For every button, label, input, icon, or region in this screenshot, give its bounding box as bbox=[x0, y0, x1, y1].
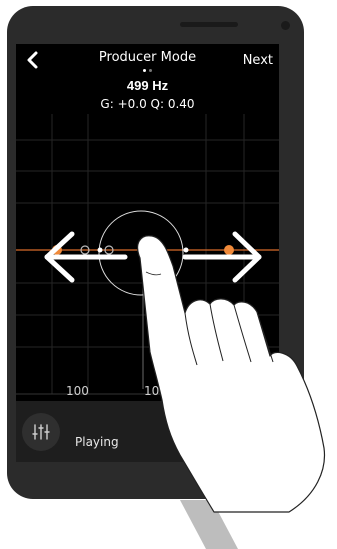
phone-frame: Producer Mode Next 499 Hz G: +0.0 Q: 0.4… bbox=[7, 6, 304, 499]
equalizer-button[interactable] bbox=[22, 413, 60, 451]
band-q-point-left[interactable] bbox=[97, 247, 103, 253]
phone-camera bbox=[281, 21, 290, 30]
band-q-point-right[interactable] bbox=[183, 247, 189, 253]
page-dot bbox=[143, 69, 146, 72]
app-screen: Producer Mode Next 499 Hz G: +0.0 Q: 0.4… bbox=[16, 44, 279, 462]
bottom-bar: Playing bbox=[16, 401, 279, 462]
band-handle-3[interactable] bbox=[224, 245, 234, 255]
axis-label-100: 100 bbox=[66, 384, 89, 398]
page-title: Producer Mode bbox=[98, 50, 197, 65]
axis-label-1k: 10 bbox=[144, 384, 160, 398]
page-dot bbox=[149, 69, 152, 72]
playback-status: Playing bbox=[75, 435, 119, 449]
gain-q-readout: G: +0.0 Q: 0.40 bbox=[100, 97, 195, 111]
stage: Producer Mode Next 499 Hz G: +0.0 Q: 0.4… bbox=[0, 0, 337, 549]
frequency-readout: 499 Hz bbox=[126, 78, 169, 93]
band-handle-1[interactable] bbox=[52, 245, 62, 255]
phone-speaker bbox=[180, 22, 238, 27]
band-handle-selected[interactable] bbox=[138, 245, 148, 255]
page-indicator bbox=[138, 69, 158, 73]
sliders-icon bbox=[32, 424, 50, 440]
next-button[interactable]: Next bbox=[243, 53, 273, 68]
